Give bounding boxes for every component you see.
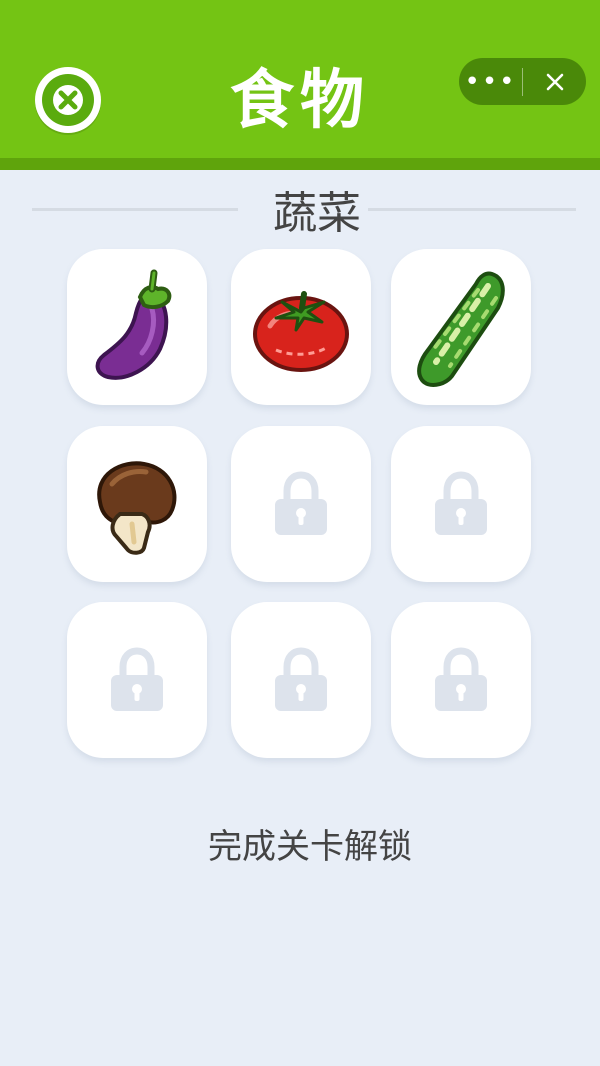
locked-tile bbox=[231, 602, 371, 758]
lock-icon bbox=[275, 471, 327, 535]
eggplant-icon bbox=[95, 269, 172, 380]
more-button[interactable]: ••• bbox=[459, 58, 522, 105]
locked-tile bbox=[67, 602, 207, 758]
section-title: 蔬菜 bbox=[273, 188, 361, 239]
locked-tile bbox=[231, 426, 371, 582]
food-tile-tomato[interactable] bbox=[231, 249, 371, 405]
tomato-icon bbox=[253, 291, 349, 372]
unlock-hint: 完成关卡解锁 bbox=[208, 827, 412, 867]
food-tile-cucumber[interactable] bbox=[391, 249, 531, 405]
mushroom-icon bbox=[97, 461, 177, 555]
lock-icon bbox=[275, 647, 327, 711]
lock-icon bbox=[435, 471, 487, 535]
mini-program-capsule: ••• bbox=[459, 58, 586, 105]
lock-icon bbox=[111, 647, 163, 711]
food-tile-eggplant[interactable] bbox=[67, 249, 207, 405]
header-bar: 食物 ••• bbox=[0, 0, 600, 170]
cucumber-icon bbox=[417, 271, 505, 387]
lock-icon bbox=[435, 647, 487, 711]
food-tile-mushroom[interactable] bbox=[67, 426, 207, 582]
capsule-close-button[interactable] bbox=[523, 58, 586, 105]
locked-tile bbox=[391, 602, 531, 758]
locked-tile bbox=[391, 426, 531, 582]
close-icon bbox=[546, 73, 563, 90]
